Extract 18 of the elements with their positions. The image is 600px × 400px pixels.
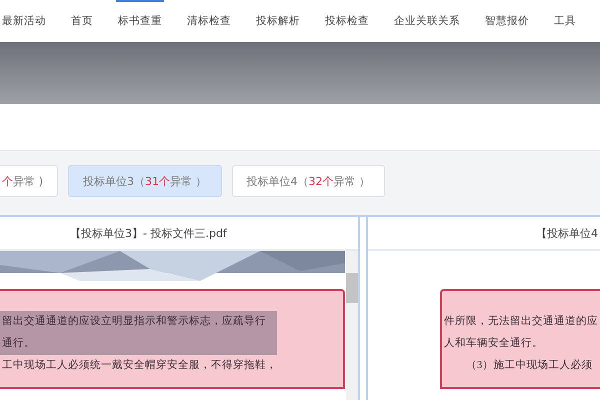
document-text-line: 工中现场工人必须统一戴安全帽穿安全服，不得穿拖鞋， xyxy=(1,358,277,373)
bidder-button[interactable]: 投标单位4（32个异常 ） xyxy=(232,165,385,197)
document-text-line: 件所限，无法留出交通通道的应 xyxy=(443,314,599,329)
scrollbar[interactable] xyxy=(346,251,358,400)
nav-tab[interactable]: 清标检查 xyxy=(185,0,233,42)
nav-tab[interactable]: 最新活动 xyxy=(0,0,48,42)
bidder-button[interactable]: 投标单位3（31个异常 ） xyxy=(68,165,222,197)
nav-tab[interactable]: 首页 xyxy=(69,0,95,42)
nav-tab[interactable]: 工具 xyxy=(552,0,578,42)
document-text-line: 人和车辆安全通行。 xyxy=(443,336,544,351)
nav-tab[interactable]: 投标检查 xyxy=(323,0,371,42)
document-title: 【投标单位3】- 投标文件三.pdf xyxy=(70,226,227,240)
bidder-button[interactable]: 个异常 ) xyxy=(0,165,58,197)
nav-tab[interactable]: 智慧报价 xyxy=(483,0,531,42)
document-title: 【投标单位4 xyxy=(536,226,598,240)
document-text-line: （3）施工中现场工人必须 xyxy=(465,358,594,373)
nav-tab[interactable]: 投标解析 xyxy=(254,0,302,42)
nav-tab[interactable]: 企业关联关系 xyxy=(392,0,462,42)
